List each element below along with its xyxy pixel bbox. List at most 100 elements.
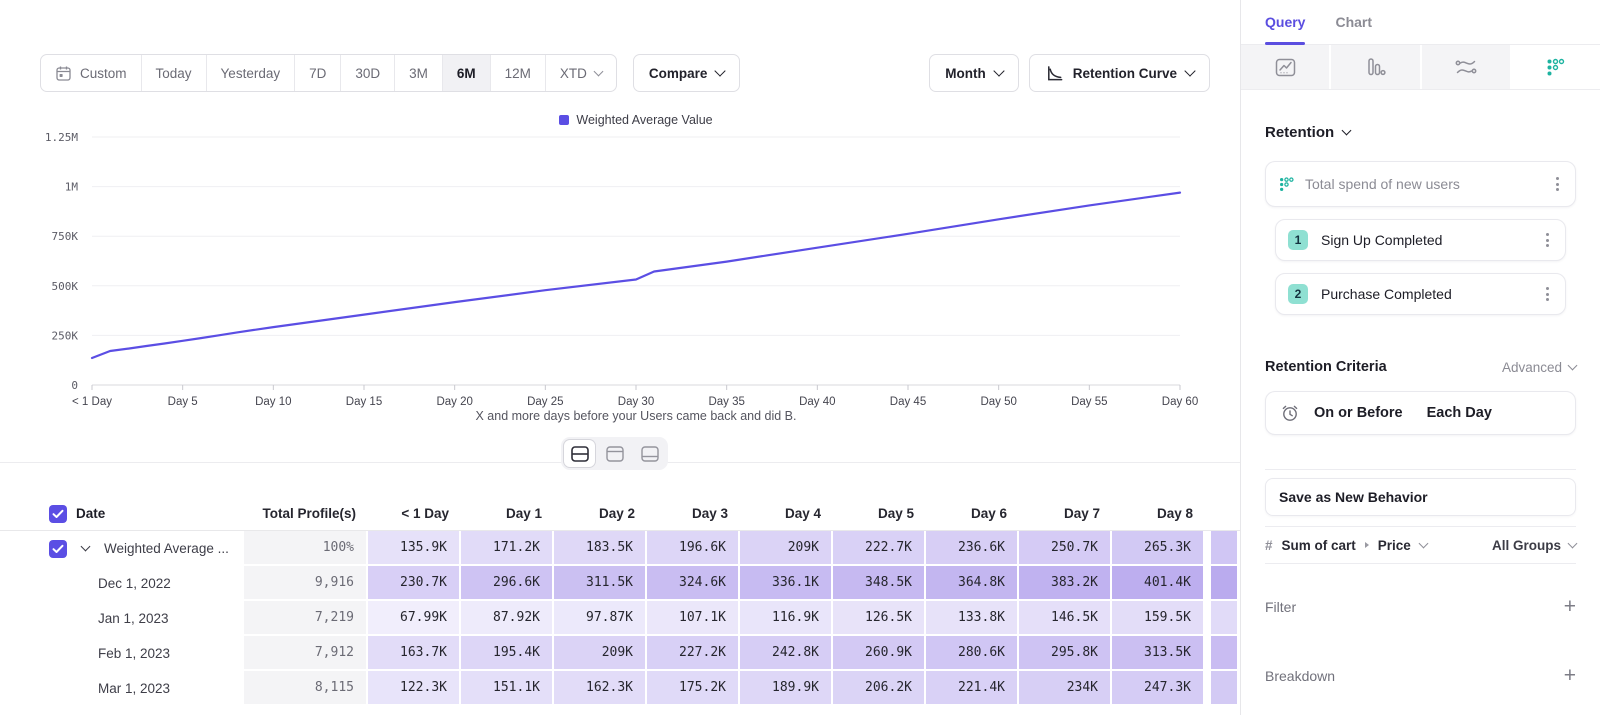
step-row-1[interactable]: 1 Sign Up Completed: [1275, 219, 1566, 261]
step-menu-button[interactable]: [1542, 283, 1553, 305]
retention-series-line[interactable]: [92, 193, 1180, 358]
range-30d[interactable]: 30D: [341, 55, 395, 91]
col-header-total-profiles[interactable]: Total Profile(s): [244, 497, 368, 530]
range-yesterday[interactable]: Yesterday: [207, 55, 296, 91]
value-cell-day-2: 209K: [554, 636, 647, 671]
range-label-xtd: XTD: [560, 66, 587, 81]
col-header-day-1[interactable]: Day 1: [461, 497, 554, 530]
range-label-yesterday: Yesterday: [221, 66, 281, 81]
advanced-dropdown[interactable]: Advanced: [1502, 360, 1576, 375]
value-cell-overflow: [1211, 566, 1237, 601]
col-header-day-7[interactable]: Day 7: [1019, 497, 1112, 530]
value-cell-day-1: 195.4K: [461, 636, 554, 671]
row-select-cell: [40, 531, 76, 566]
panel-body: Retention Total spend of new users 1 Sig…: [1241, 124, 1600, 686]
step-row-2[interactable]: 2 Purchase Completed: [1275, 273, 1566, 315]
retention-tab[interactable]: [1512, 45, 1600, 89]
value-cell-day-5: 206.2K: [833, 671, 926, 706]
row-label[interactable]: Mar 1, 2023: [98, 681, 170, 696]
top-panel-view-toggle[interactable]: [599, 440, 630, 467]
tab-query[interactable]: Query: [1265, 0, 1305, 44]
row-label[interactable]: Jan 1, 2023: [98, 611, 169, 626]
col-header-1-day[interactable]: < 1 Day: [368, 497, 461, 530]
x-axis-tick-label: Day 60: [1162, 396, 1198, 408]
y-axis-tick-label: 500K: [52, 280, 79, 293]
table-row: Feb 1, 20237,912163.7K195.4K209K227.2K24…: [0, 636, 1240, 671]
range-7d[interactable]: 7D: [295, 55, 341, 91]
tab-chart[interactable]: Chart: [1335, 0, 1372, 44]
col-header-day-3[interactable]: Day 3: [647, 497, 740, 530]
insights-tab[interactable]: [1241, 45, 1331, 89]
col-header-date[interactable]: Date: [76, 497, 244, 530]
col-header-day-8[interactable]: Day 8: [1112, 497, 1205, 530]
chart-plot: 0250K500K750K1M1.25M< 1 DayDay 5Day 10Da…: [0, 105, 1240, 440]
value-cell-day-4: 116.9K: [740, 601, 833, 636]
select-all-checkbox[interactable]: [49, 505, 67, 523]
retention-icon: [1545, 57, 1566, 78]
expand-chevron-icon[interactable]: [76, 547, 104, 550]
row-checkbox[interactable]: [49, 540, 67, 558]
chevron-down-icon: [1184, 65, 1195, 76]
step-event-label: Sign Up Completed: [1321, 232, 1442, 248]
compare-button[interactable]: Compare: [633, 54, 741, 92]
col-header-day-4[interactable]: Day 4: [740, 497, 833, 530]
retention-report-app: Custom Today Yesterday 7D 30D3M6M12M XTD Comp…: [0, 0, 1600, 715]
chart-type-button[interactable]: Retention Curve: [1029, 54, 1210, 92]
value-cell-day-8: 401.4K: [1112, 566, 1205, 601]
value-cell-day-4: 336.1K: [740, 566, 833, 601]
add-breakdown-button[interactable]: +: [1564, 665, 1576, 686]
row-date-cell[interactable]: Weighted Average ...: [76, 531, 244, 566]
funnels-tab[interactable]: [1331, 45, 1421, 89]
report-canvas: Custom Today Yesterday 7D 30D3M6M12M XTD Comp…: [0, 0, 1240, 715]
measure-property[interactable]: Price: [1378, 538, 1411, 553]
bottom-panel-view-toggle[interactable]: [634, 440, 665, 467]
range-label-7d: 7D: [309, 66, 326, 81]
col-header-day-2[interactable]: Day 2: [554, 497, 647, 530]
row-date-cell[interactable]: Jan 1, 2023: [76, 601, 244, 636]
row-select-cell: [40, 601, 76, 636]
metric-type-selector[interactable]: Retention: [1265, 124, 1576, 141]
col-header-day-5[interactable]: Day 5: [833, 497, 926, 530]
value-cell-day-6: 133.8K: [926, 601, 1019, 636]
add-filter-button[interactable]: +: [1564, 596, 1576, 617]
check-icon: [52, 509, 64, 519]
x-axis-caption: X and more days before your Users came b…: [92, 409, 1180, 423]
row-date-cell[interactable]: Feb 1, 2023: [76, 636, 244, 671]
flows-tab[interactable]: [1422, 45, 1512, 89]
step-menu-button[interactable]: [1542, 229, 1553, 251]
row-date-cell[interactable]: Dec 1, 2022: [76, 566, 244, 601]
save-behavior-button[interactable]: Save as New Behavior: [1265, 478, 1576, 516]
behavior-menu-button[interactable]: [1552, 173, 1563, 195]
total-profiles-cell: 7,912: [244, 636, 368, 671]
x-axis-tick-label: Day 5: [168, 396, 198, 408]
granularity-button[interactable]: Month: [929, 54, 1018, 92]
row-label[interactable]: Weighted Average ...: [104, 541, 229, 556]
x-axis-tick-label: Day 50: [980, 396, 1016, 408]
row-label[interactable]: Dec 1, 2022: [98, 576, 171, 591]
range-6m[interactable]: 6M: [443, 55, 491, 91]
range-custom[interactable]: Custom: [41, 55, 142, 91]
value-cell-day-3: 227.2K: [647, 636, 740, 671]
date-header-label: Date: [76, 506, 105, 521]
divider: [1265, 563, 1576, 564]
chart-type-label: Retention Curve: [1073, 66, 1177, 81]
toolbar: Custom Today Yesterday 7D 30D3M6M12M XTD Comp…: [40, 54, 1210, 92]
measure-label[interactable]: Sum of cart: [1282, 538, 1356, 553]
value-cell-day-2: 97.87K: [554, 601, 647, 636]
retention-criteria-card[interactable]: On or Before Each Day: [1265, 391, 1576, 435]
group-dropdown[interactable]: All Groups: [1492, 538, 1576, 553]
range-3m[interactable]: 3M: [395, 55, 443, 91]
split-view-toggle[interactable]: [564, 440, 595, 467]
value-cell-day-6: 236.6K: [926, 531, 1019, 566]
row-label[interactable]: Feb 1, 2023: [98, 646, 170, 661]
range-today[interactable]: Today: [142, 55, 207, 91]
value-cell-day-5: 260.9K: [833, 636, 926, 671]
value-cell-1-day: 122.3K: [368, 671, 461, 706]
chevron-down-icon: [1568, 538, 1578, 548]
col-header-day-6[interactable]: Day 6: [926, 497, 1019, 530]
range-xtd[interactable]: XTD: [546, 55, 616, 91]
behavior-card[interactable]: Total spend of new users: [1265, 161, 1576, 207]
range-12m[interactable]: 12M: [491, 55, 546, 91]
row-date-cell[interactable]: Mar 1, 2023: [76, 671, 244, 706]
range-label-custom: Custom: [80, 66, 127, 81]
